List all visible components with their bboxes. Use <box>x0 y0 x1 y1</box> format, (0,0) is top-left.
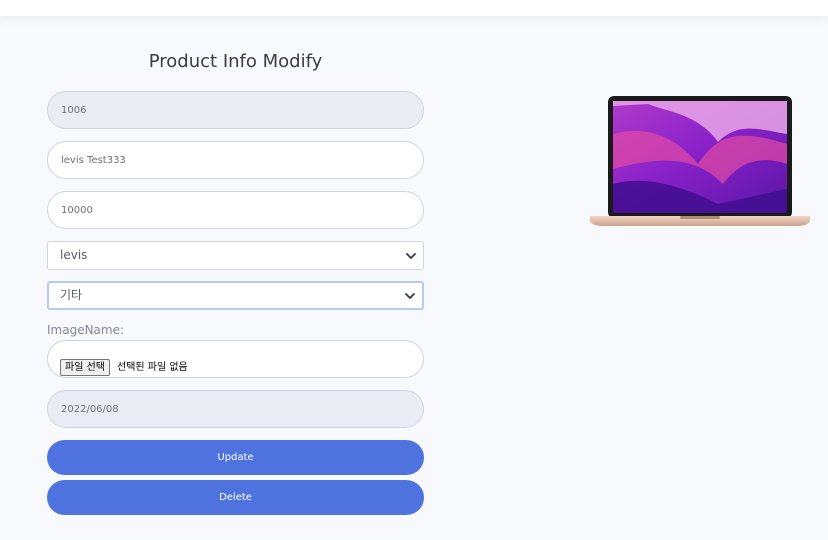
price-field[interactable] <box>47 191 424 229</box>
delete-button[interactable]: Delete <box>47 480 424 515</box>
top-navbar <box>0 0 828 16</box>
date-field[interactable] <box>47 390 424 428</box>
brand-select[interactable]: levis <box>47 241 424 270</box>
chevron-down-icon <box>405 292 415 299</box>
chevron-down-icon <box>406 252 416 259</box>
product-id-field[interactable] <box>47 91 424 129</box>
file-status-text: 선택된 파일 없음 <box>117 362 188 373</box>
update-button[interactable]: Update <box>47 440 424 475</box>
choose-file-button[interactable]: 파일 선택 <box>60 359 110 376</box>
brand-select-value: levis <box>60 248 88 262</box>
image-name-label: ImageName: <box>47 323 125 337</box>
image-file-input[interactable]: 파일 선택 선택된 파일 없음 <box>47 340 424 378</box>
category-select[interactable]: 기타 <box>47 281 424 310</box>
page-title: Product Info Modify <box>148 51 323 72</box>
laptop-image <box>590 96 810 226</box>
category-select-value: 기타 <box>60 288 83 302</box>
product-name-field[interactable] <box>47 141 424 179</box>
